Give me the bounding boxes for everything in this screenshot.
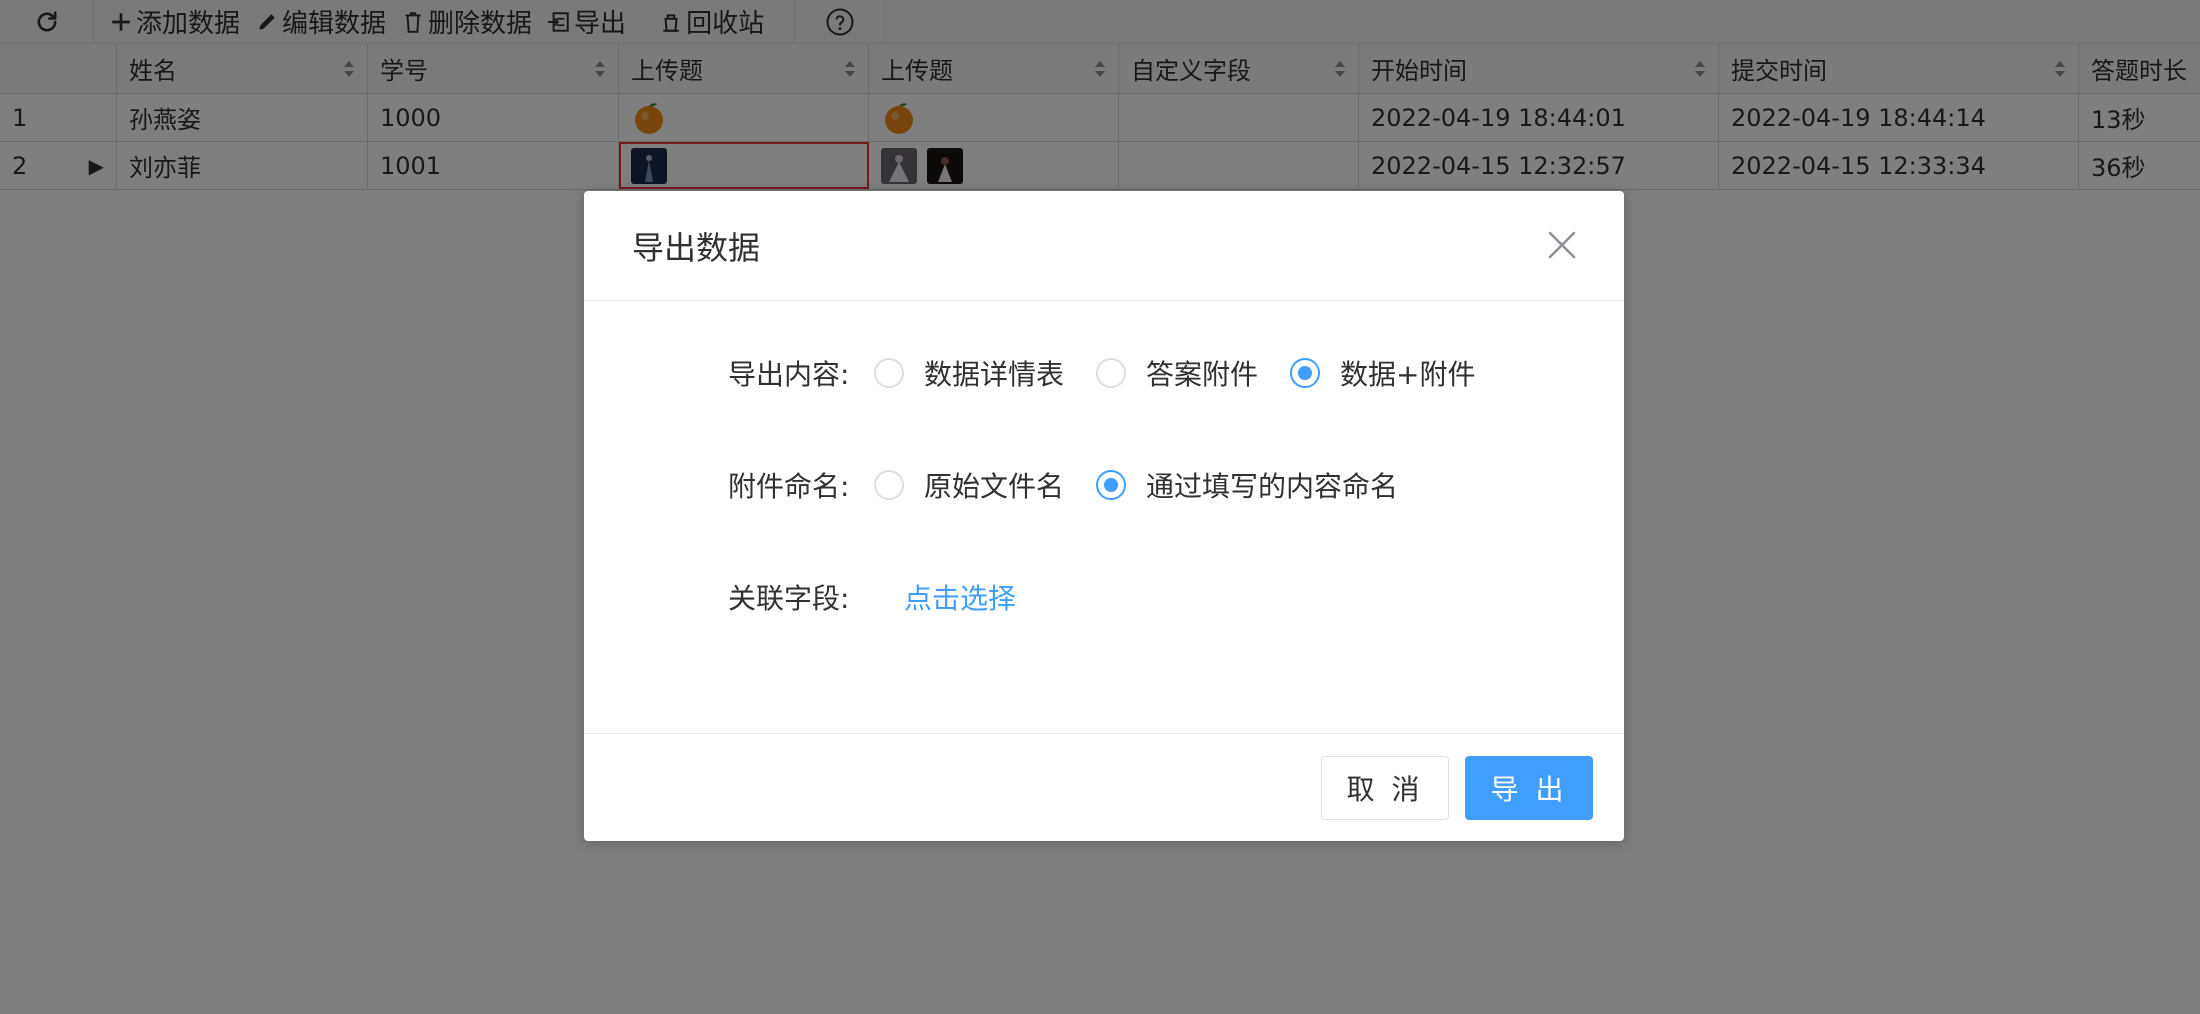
linked-field-row: 关联字段: 点击选择 bbox=[728, 577, 1016, 617]
close-button[interactable] bbox=[1546, 229, 1578, 261]
attachment-naming-label: 附件命名: bbox=[728, 470, 850, 503]
radio-circle[interactable] bbox=[874, 358, 904, 388]
radio-circle-checked[interactable] bbox=[1290, 358, 1321, 388]
radio-circle[interactable] bbox=[1096, 358, 1127, 388]
attachment-naming-row: 附件命名: 原始文件名 通过填写的内容命名 bbox=[728, 465, 1430, 505]
export-content-label: 导出内容: bbox=[728, 358, 850, 391]
close-icon bbox=[1548, 231, 1576, 259]
dialog-title: 导出数据 bbox=[632, 228, 761, 267]
export-content-row: 导出内容: 数据详情表 答案附件 数据+附件 bbox=[728, 353, 1508, 393]
cancel-button[interactable]: 取 消 bbox=[1321, 756, 1449, 820]
select-field-link[interactable]: 点击选择 bbox=[904, 577, 1016, 617]
radio-circle[interactable] bbox=[874, 470, 904, 500]
radio-original-filename[interactable]: 原始文件名 bbox=[874, 465, 1064, 505]
confirm-export-button[interactable]: 导 出 bbox=[1465, 756, 1593, 820]
dialog-footer: 取 消 导 出 bbox=[584, 733, 1624, 841]
export-dialog: 导出数据 导出内容: 数据详情表 答案附件 数据+附件 附件命名: 原始文件名 … bbox=[584, 191, 1624, 841]
radio-circle-checked[interactable] bbox=[1096, 470, 1127, 500]
radio-answer-attachment[interactable]: 答案附件 bbox=[1096, 353, 1258, 393]
radio-data-detail[interactable]: 数据详情表 bbox=[874, 353, 1064, 393]
radio-data-plus-attachment[interactable]: 数据+附件 bbox=[1290, 353, 1476, 393]
radio-name-by-content[interactable]: 通过填写的内容命名 bbox=[1096, 465, 1398, 505]
dialog-header: 导出数据 bbox=[584, 191, 1624, 301]
linked-field-label: 关联字段: bbox=[728, 582, 850, 615]
